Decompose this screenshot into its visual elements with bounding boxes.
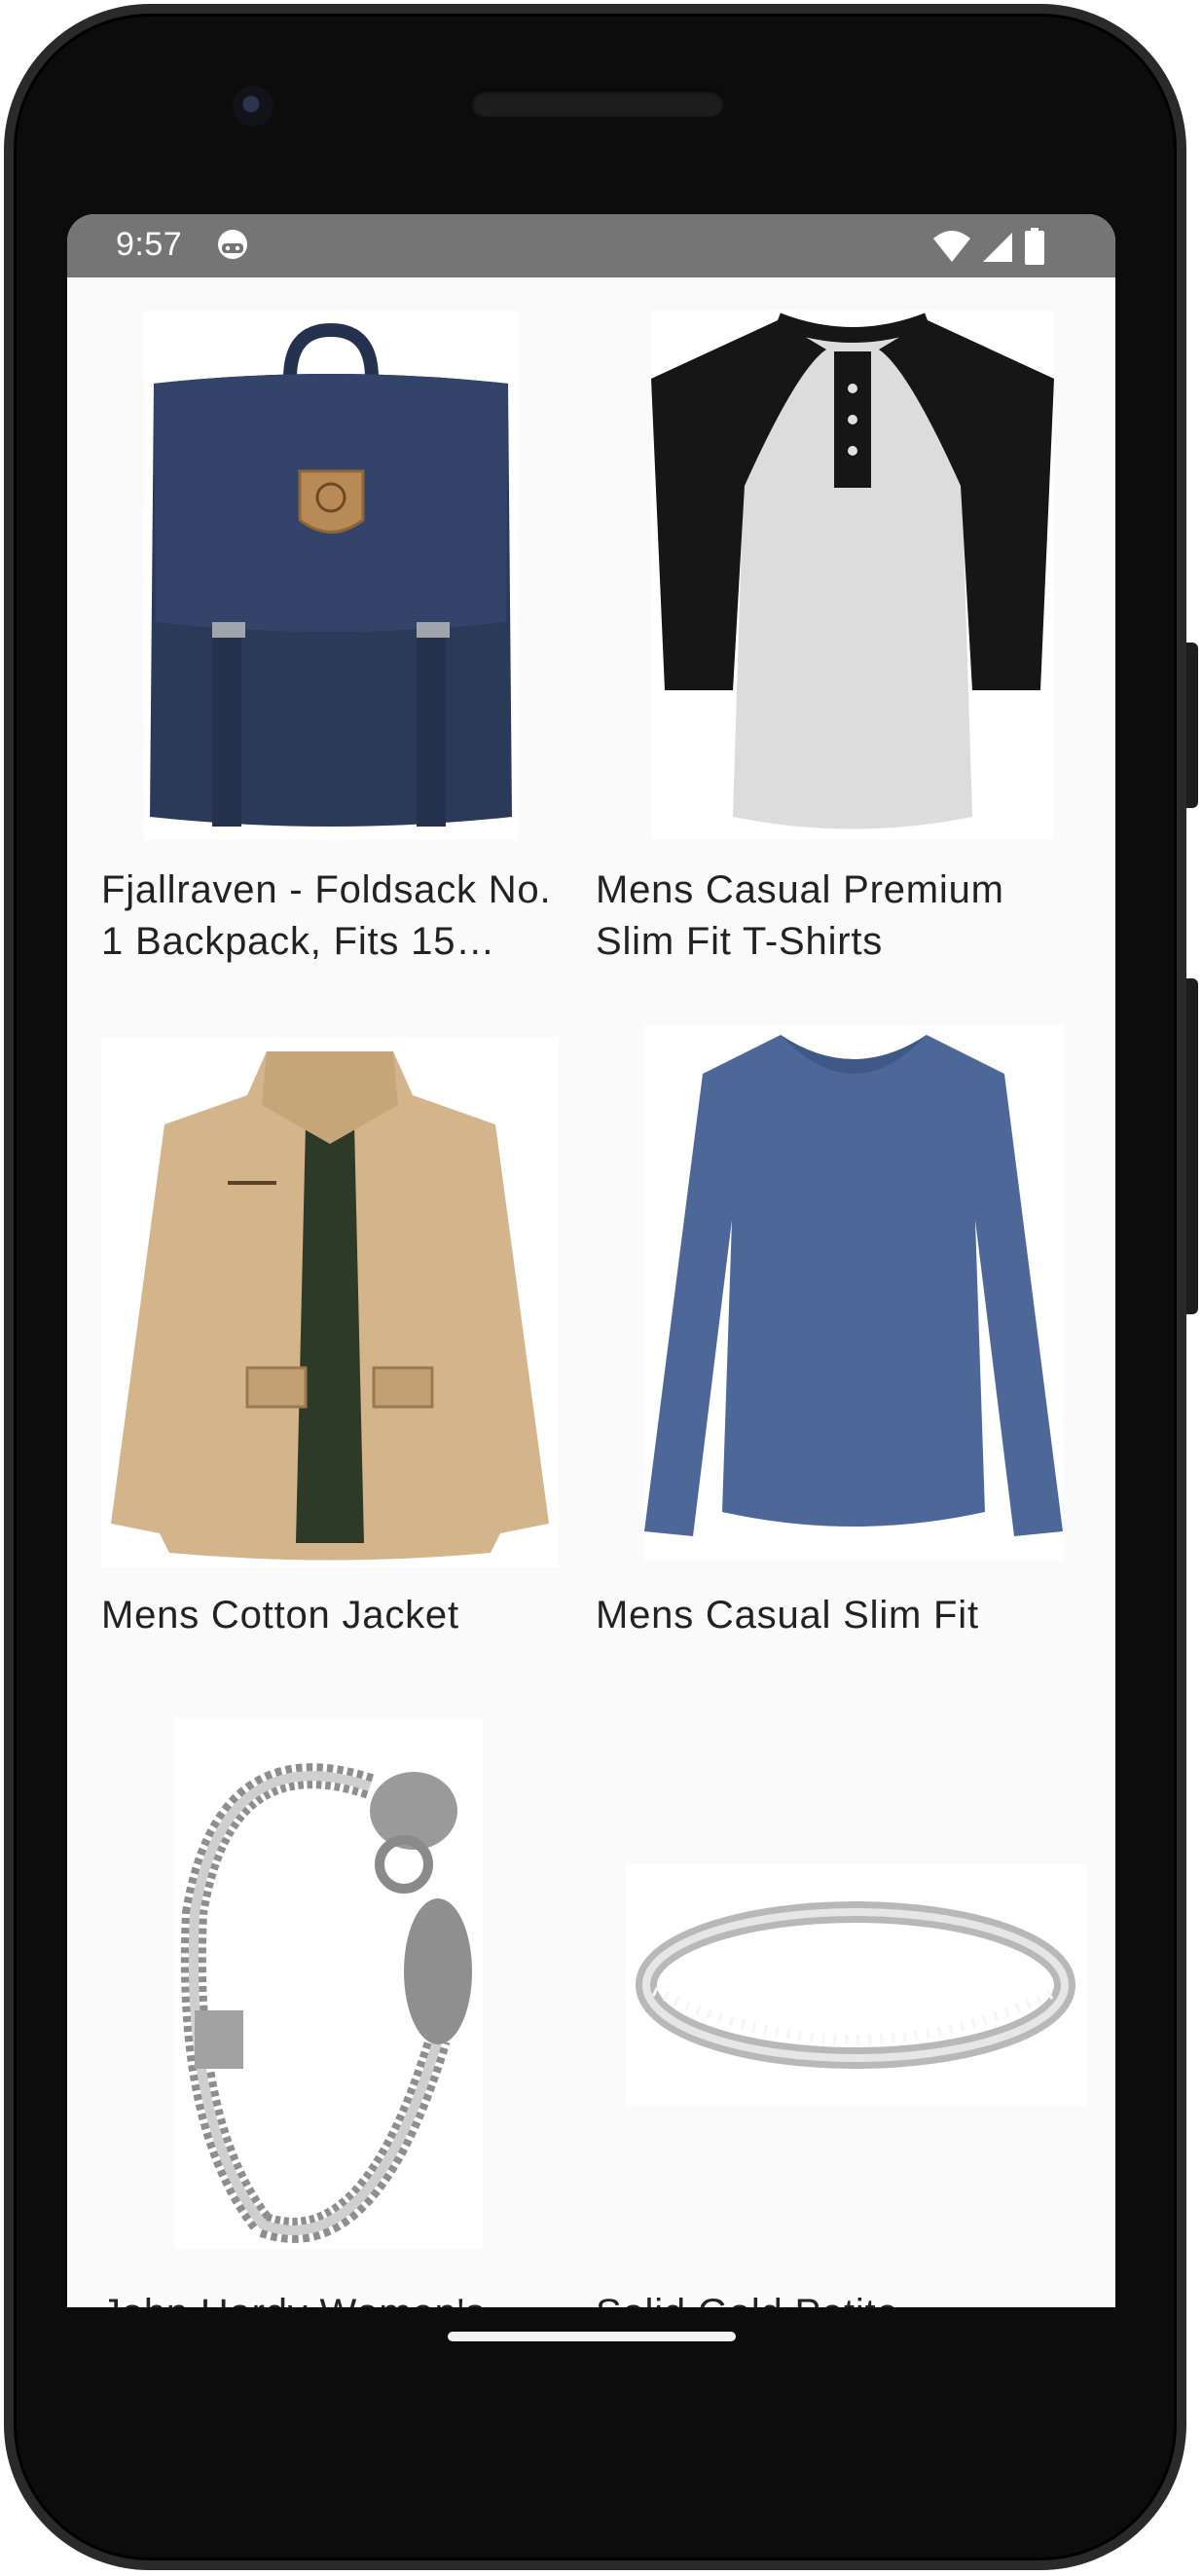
status-bar: 9:57 <box>67 214 1115 277</box>
product-title: Fjallraven - Foldsack No. 1 Backpack, Fi… <box>101 868 552 963</box>
product-title: John Hardy Women's <box>101 2288 568 2307</box>
front-camera <box>233 86 273 127</box>
product-title: Mens Cotton Jacket <box>101 1594 459 1637</box>
product-card[interactable]: Mens Casual Premium Slim Fit T-Shirts <box>591 277 1097 978</box>
screen: 9:57 Fjallraven - Foldsack No. 1 Backpac… <box>67 214 1115 2307</box>
product-image-longsleeve <box>644 1025 1063 1561</box>
power-button <box>1186 643 1198 808</box>
phone-frame: 9:57 Fjallraven - Foldsack No. 1 Backpac… <box>0 0 1202 2576</box>
status-time: 9:57 <box>116 226 183 263</box>
battery-icon <box>1025 228 1044 265</box>
volume-button <box>1186 978 1198 1314</box>
ring-image <box>625 1864 1087 2106</box>
bracelet-image <box>175 1718 483 2249</box>
android-face-icon <box>218 230 247 259</box>
product-image-ring <box>625 1864 1087 2106</box>
gesture-nav-bar[interactable] <box>448 2332 736 2341</box>
product-title: Solid Gold Petite <box>596 2288 1063 2307</box>
backpack-image <box>144 311 518 840</box>
product-image-jacket <box>101 1037 559 1567</box>
jacket-image <box>101 1037 559 1567</box>
long-sleeve-shirt-image <box>644 1025 1063 1561</box>
product-image-bracelet <box>175 1718 483 2249</box>
earpiece-speaker <box>471 90 724 117</box>
product-card[interactable]: Fjallraven - Foldsack No. 1 Backpack, Fi… <box>67 277 573 978</box>
product-image-tshirt <box>651 311 1054 840</box>
product-image-backpack <box>144 311 518 840</box>
product-card[interactable]: Solid Gold Petite <box>591 1718 1097 2307</box>
product-title: Mens Casual Premium Slim Fit T-Shirts <box>596 868 1004 963</box>
signal-icon <box>983 233 1012 262</box>
product-card[interactable]: Mens Cotton Jacket <box>67 1017 573 1718</box>
product-card[interactable]: John Hardy Women's <box>67 1718 573 2307</box>
product-card[interactable]: Mens Casual Slim Fit <box>591 1017 1097 1718</box>
raglan-tshirt-image <box>651 311 1054 840</box>
wifi-icon <box>933 231 970 262</box>
status-icons <box>932 227 1045 266</box>
product-grid[interactable]: Fjallraven - Foldsack No. 1 Backpack, Fi… <box>67 277 1115 2307</box>
product-title: Mens Casual Slim Fit <box>596 1594 979 1637</box>
